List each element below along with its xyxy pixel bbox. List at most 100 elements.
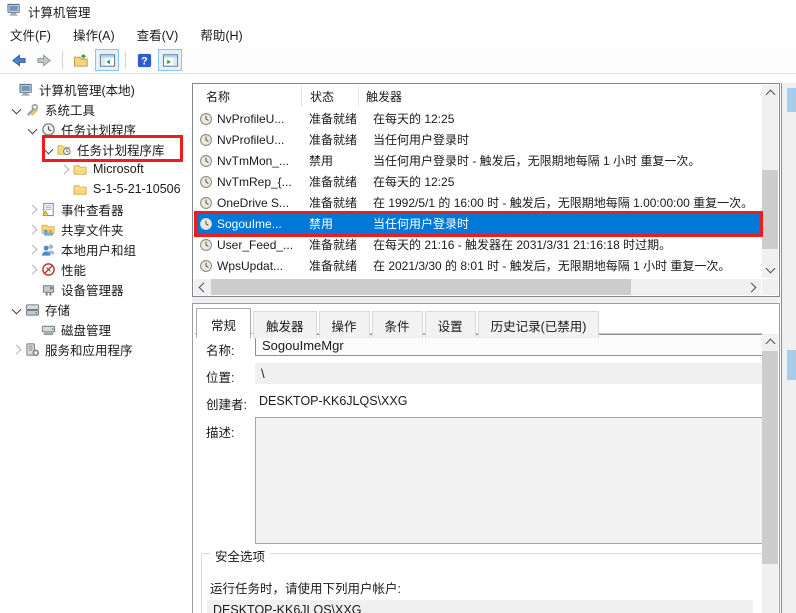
table-row[interactable]: NvTmRep_{... 准备就绪 在每天的 12:25 <box>194 171 761 192</box>
action-pane-sliver <box>781 83 796 613</box>
task-status: 准备就绪 <box>302 131 366 148</box>
tree-item-label: S-1-5-21-10506 <box>93 182 181 196</box>
chevron-down-icon[interactable] <box>24 121 40 137</box>
table-row[interactable]: NvTmMon_... 禁用 当任何用户登录时 - 触发后，无限期地每隔 1 小… <box>194 150 761 171</box>
scrollbar-thumb[interactable] <box>762 351 778 564</box>
tree-item-label: 性能 <box>61 260 86 279</box>
svg-text:?: ? <box>141 55 148 67</box>
task-name: OneDrive S... <box>217 196 302 210</box>
tree-item-task-scheduler[interactable]: 任务计划程序 <box>0 119 190 139</box>
task-status: 禁用 <box>302 152 366 169</box>
menu-file[interactable]: 文件(F) <box>2 21 65 48</box>
chevron-right-icon[interactable] <box>8 341 24 357</box>
folder-clock-icon <box>56 141 72 157</box>
tree-item-system-tools[interactable]: 系统工具 <box>0 99 190 119</box>
scroll-right-button[interactable] <box>745 279 761 295</box>
tree-item-event-viewer[interactable]: 事件查看器 <box>0 199 190 219</box>
task-clock-icon <box>199 175 213 189</box>
tab-history[interactable]: 历史记录(已禁用) <box>478 311 600 338</box>
menu-view[interactable]: 查看(V) <box>129 21 193 48</box>
task-list-panel: 名称 状态 触发器 NvProfileU... 准备就绪 在每天的 12:25 … <box>192 83 780 297</box>
chevron-right-icon[interactable] <box>24 261 40 277</box>
details-vertical-scrollbar[interactable] <box>762 334 778 613</box>
scrollbar-thumb[interactable] <box>762 170 778 249</box>
back-icon <box>10 52 27 69</box>
chevron-right-icon[interactable] <box>24 221 40 237</box>
chevron-down-icon[interactable] <box>8 101 24 117</box>
chevron-down-icon[interactable] <box>40 141 56 157</box>
chevron-right-icon[interactable] <box>56 161 72 177</box>
task-clock-icon <box>199 259 213 273</box>
table-row[interactable]: WpsUpdat... 准备就绪 在 2021/3/30 的 8:01 时 - … <box>194 255 761 276</box>
main-area: 计算机管理(本地) 系统工具 任务计划程序 任务计划程序库 Microsoft <box>0 74 796 613</box>
tree-item-performance[interactable]: 性能 <box>0 259 190 279</box>
table-row-selected[interactable]: SogouIme... 禁用 当任何用户登录时 <box>194 213 761 234</box>
computer-management-window: 计算机管理 文件(F) 操作(A) 查看(V) 帮助(H) ? <box>0 0 796 613</box>
column-header-status[interactable]: 状态 <box>301 86 358 107</box>
shared-folder-icon <box>40 221 56 237</box>
expander-slot <box>2 81 18 97</box>
scroll-left-button[interactable] <box>194 279 210 295</box>
security-group-title: 安全选项 <box>210 546 270 565</box>
tree-item-label: 设备管理器 <box>61 280 124 299</box>
toggle-console-tree-button[interactable] <box>95 49 119 71</box>
chevron-right-icon[interactable] <box>24 241 40 257</box>
column-header-name[interactable]: 名称 <box>194 86 301 107</box>
tree-item-shared-folders[interactable]: 共享文件夹 <box>0 219 190 239</box>
task-name: NvProfileU... <box>217 133 302 147</box>
scroll-down-button[interactable] <box>762 262 778 278</box>
tab-general[interactable]: 常规 <box>196 308 251 338</box>
forward-button[interactable] <box>32 49 56 71</box>
task-clock-icon <box>199 238 213 252</box>
scrollbar-thumb[interactable] <box>211 279 631 295</box>
tree-item-disk-management[interactable]: 磁盘管理 <box>0 319 190 339</box>
scroll-up-button[interactable] <box>762 334 778 350</box>
tree-item-task-scheduler-library[interactable]: 任务计划程序库 <box>0 139 190 159</box>
table-row[interactable]: NvProfileU... 准备就绪 当任何用户登录时 <box>194 129 761 150</box>
tree-item-label: 磁盘管理 <box>61 320 111 339</box>
tree-item-computer-management[interactable]: 计算机管理(本地) <box>0 79 190 99</box>
back-button[interactable] <box>6 49 30 71</box>
scroll-up-button[interactable] <box>762 85 778 101</box>
tree-item-services-applications[interactable]: 服务和应用程序 <box>0 339 190 359</box>
run-as-account-field[interactable]: DESKTOP-KK6JLQS\XXG <box>207 600 753 613</box>
tree-item-local-users-groups[interactable]: 本地用户和组 <box>0 239 190 259</box>
menu-action[interactable]: 操作(A) <box>65 21 129 48</box>
column-header-trigger[interactable]: 触发器 <box>358 86 761 107</box>
run-as-account-value: DESKTOP-KK6JLQS\XXG <box>213 603 361 613</box>
tab-conditions[interactable]: 条件 <box>372 311 423 338</box>
help-button[interactable]: ? <box>132 49 156 71</box>
tree-item-sid-folder[interactable]: S-1-5-21-10506 <box>0 179 190 199</box>
table-row[interactable]: NvProfileU... 准备就绪 在每天的 12:25 <box>194 108 761 129</box>
task-list-vertical-scrollbar[interactable] <box>762 85 778 278</box>
table-row[interactable]: OneDrive S... 准备就绪 在 1992/5/1 的 16:00 时 … <box>194 192 761 213</box>
task-name: SogouIme... <box>217 217 302 231</box>
task-list-horizontal-scrollbar[interactable] <box>194 279 761 295</box>
description-field[interactable] <box>255 417 763 544</box>
window-title: 计算机管理 <box>28 2 91 21</box>
tab-settings[interactable]: 设置 <box>425 311 476 338</box>
chevron-right-icon[interactable] <box>24 201 40 217</box>
task-name: WpsUpdat... <box>217 259 302 273</box>
chevron-down-icon[interactable] <box>8 301 24 317</box>
tree-item-microsoft[interactable]: Microsoft <box>0 159 190 179</box>
up-folder-button[interactable] <box>69 49 93 71</box>
task-status: 准备就绪 <box>302 194 366 211</box>
tree-item-storage[interactable]: 存储 <box>0 299 190 319</box>
table-row[interactable]: User_Feed_... 准备就绪 在每天的 21:16 - 触发器在 203… <box>194 234 761 255</box>
tab-actions[interactable]: 操作 <box>319 311 370 338</box>
tree-item-device-manager[interactable]: 设备管理器 <box>0 279 190 299</box>
task-trigger: 在 1992/5/1 的 16:00 时 - 触发后，无限期地每隔 1.00:0… <box>366 194 761 211</box>
location-field[interactable]: \ <box>255 363 769 384</box>
menu-help[interactable]: 帮助(H) <box>192 21 256 48</box>
run-as-label: 运行任务时，请使用下列用户帐户: <box>210 578 401 597</box>
action-pane-fragment <box>787 88 796 112</box>
tree-item-label: 任务计划程序 <box>61 120 136 139</box>
action-pane-icon <box>162 52 179 69</box>
task-clock-icon <box>199 133 213 147</box>
device-manager-icon <box>40 281 56 297</box>
tab-triggers[interactable]: 触发器 <box>253 311 317 338</box>
toggle-action-pane-button[interactable] <box>158 49 182 71</box>
services-icon <box>24 341 40 357</box>
tools-icon <box>24 101 40 117</box>
